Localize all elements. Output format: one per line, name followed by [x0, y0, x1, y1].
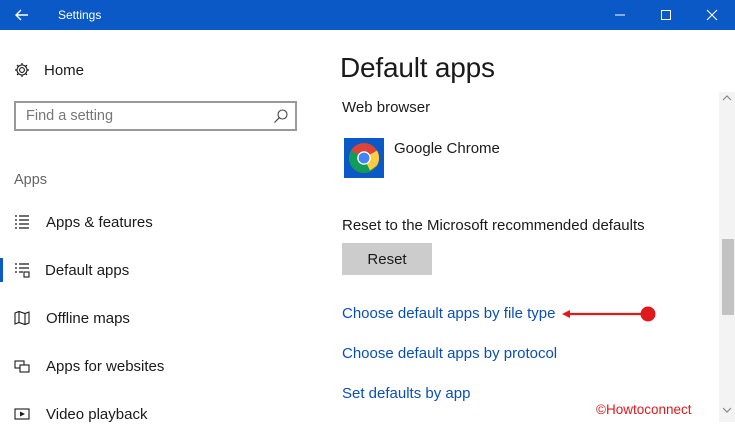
link-choose-by-protocol[interactable]: Choose default apps by protocol	[342, 345, 557, 362]
web-browser-app-name[interactable]: Google Chrome	[394, 140, 500, 157]
gear-icon	[15, 63, 29, 77]
sidebar-item-offline-maps[interactable]: Offline maps	[0, 298, 300, 338]
sidebar-item-label: Apps for websites	[46, 357, 165, 375]
maximize-button[interactable]	[643, 0, 689, 30]
reset-label: Reset to the Microsoft recommended defau…	[342, 217, 645, 234]
sidebar-item-apps-for-websites[interactable]: Apps for websites	[0, 346, 300, 386]
sidebar-item-label: Default apps	[45, 261, 130, 279]
annotation-arrow-icon	[562, 306, 656, 322]
back-button[interactable]	[0, 0, 44, 30]
window-title: Settings	[58, 8, 102, 22]
search-box[interactable]	[14, 101, 297, 131]
sidebar-item-apps-features[interactable]: Apps & features	[0, 202, 300, 242]
web-browser-heading: Web browser	[342, 99, 431, 116]
scrollbar[interactable]	[719, 92, 735, 422]
sidebar-item-label: Video playback	[46, 405, 148, 423]
active-indicator	[0, 258, 3, 282]
sidebar-item-video-playback[interactable]: Video playback	[0, 394, 300, 434]
sidebar-item-label: Apps & features	[46, 213, 153, 231]
link-icon	[14, 360, 30, 373]
close-icon	[706, 9, 718, 21]
scroll-up-icon[interactable]	[722, 94, 732, 102]
search-input[interactable]	[16, 103, 276, 129]
page-title: Default apps	[340, 52, 495, 83]
default-apps-icon	[15, 263, 30, 278]
home-label: Home	[44, 61, 85, 79]
map-icon	[14, 310, 30, 326]
minimize-button[interactable]	[597, 0, 643, 30]
sidebar-item-default-apps[interactable]: Default apps	[0, 250, 300, 290]
minimize-icon	[615, 14, 625, 16]
web-browser-app-tile[interactable]	[344, 138, 384, 178]
scrollbar-thumb[interactable]	[722, 239, 734, 315]
search-icon[interactable]	[273, 108, 289, 124]
section-title-apps: Apps	[14, 172, 48, 188]
maximize-icon	[661, 10, 671, 20]
video-icon	[14, 408, 30, 420]
sidebar-home[interactable]: Home	[14, 58, 84, 82]
scroll-down-icon[interactable]	[722, 406, 732, 414]
reset-button[interactable]: Reset	[342, 243, 432, 275]
chrome-icon	[349, 143, 379, 174]
watermark: ©Howtoconnect	[596, 402, 692, 417]
sidebar-item-label: Offline maps	[46, 309, 130, 327]
close-button[interactable]	[689, 0, 735, 30]
link-set-defaults-by-app[interactable]: Set defaults by app	[342, 385, 470, 402]
title-bar: Settings	[0, 0, 735, 30]
back-arrow-icon	[15, 9, 28, 21]
list-icon	[15, 215, 29, 229]
link-choose-by-file-type[interactable]: Choose default apps by file type	[342, 305, 555, 322]
